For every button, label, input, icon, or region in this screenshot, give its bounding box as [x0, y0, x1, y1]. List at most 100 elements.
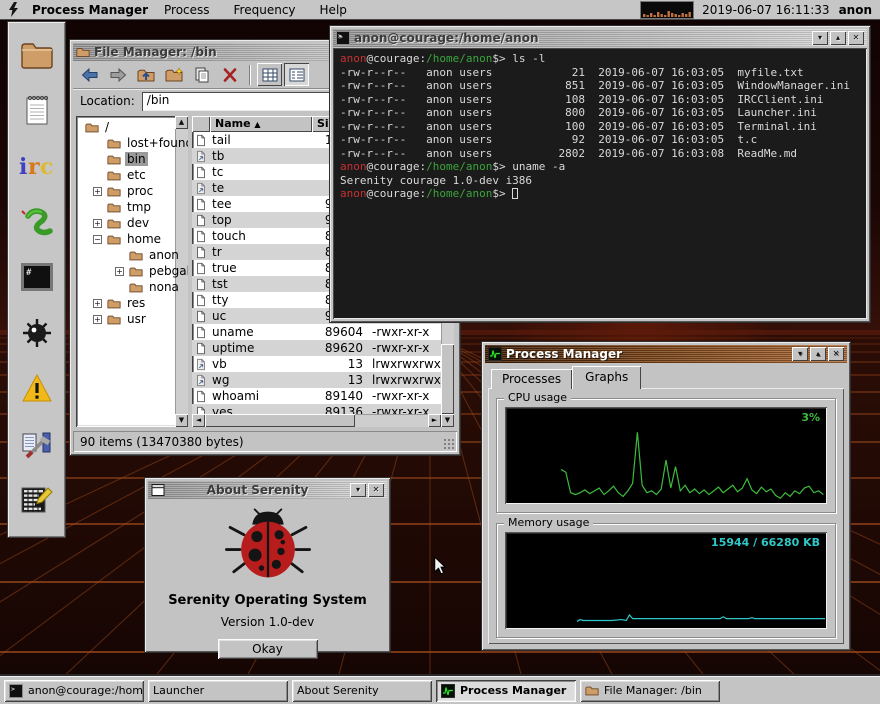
file-row-uptime[interactable]: uptime89620-rwxr-xr-x: [192, 340, 441, 356]
cpu-history-graph-icon[interactable]: [641, 2, 693, 18]
file-row-uname[interactable]: uname89604-rwxr-xr-x: [192, 324, 441, 340]
terminal-titlebar[interactable]: > anon@courage:/home/anon ▾ ▴ ✕: [333, 29, 867, 47]
scroll-right-button[interactable]: ►: [428, 414, 441, 427]
expand-icon[interactable]: +: [93, 299, 102, 308]
minimize-button[interactable]: ▾: [792, 347, 808, 361]
icon-column-header[interactable]: [192, 116, 210, 132]
terminal-content[interactable]: anon@courage:/home/anon$> ls -l-rw-r--r-…: [333, 48, 867, 319]
launcher-terminal[interactable]: #: [18, 261, 56, 297]
taskbar: >anon@courage:/hom...LauncherAbout Seren…: [0, 676, 880, 704]
file-icon: [192, 294, 210, 307]
menu-process[interactable]: Process: [164, 3, 210, 17]
prompt-host: @courage:: [367, 160, 427, 173]
tab-processes[interactable]: Processes: [491, 369, 572, 389]
terminal-output-line: -rw-r--r-- anon users 108 2019-06-07 16:…: [340, 93, 860, 107]
tree-item-etc[interactable]: etc: [79, 167, 174, 183]
tree-item-label: etc: [125, 168, 148, 182]
okay-button[interactable]: Okay: [218, 639, 318, 659]
expand-icon[interactable]: +: [93, 219, 102, 228]
launcher-toolbox[interactable]: [18, 427, 56, 463]
resize-grip[interactable]: [443, 438, 455, 450]
launcher-text-editor[interactable]: [18, 94, 56, 130]
horizontal-scrollbar[interactable]: ◄ ►: [192, 414, 441, 427]
font-editor-icon: [21, 485, 53, 518]
tree-item-pebgak[interactable]: +pebgak: [79, 263, 174, 279]
tree-item-dev[interactable]: +dev: [79, 215, 174, 231]
maximize-button[interactable]: ▴: [830, 31, 846, 45]
file-size: 13: [312, 357, 368, 371]
close-button[interactable]: ✕: [368, 483, 384, 497]
menu-help[interactable]: Help: [320, 3, 347, 17]
prompt-user: anon: [340, 160, 367, 173]
tree-item-nona[interactable]: nona: [79, 279, 174, 295]
scrollbar-thumb[interactable]: [441, 344, 454, 414]
tree-item-anon[interactable]: anon: [79, 247, 174, 263]
scroll-down-button[interactable]: ▼: [441, 414, 454, 427]
process-manager-titlebar[interactable]: Process Manager ▾ ▴ ✕: [485, 345, 847, 363]
close-button[interactable]: ✕: [828, 347, 844, 361]
about-titlebar[interactable]: About Serenity ▾ ✕: [148, 481, 387, 499]
file-icon: [192, 230, 210, 243]
taskbar-button-file-manager-bin[interactable]: File Manager: /bin: [580, 680, 720, 702]
tree-item-label: home: [125, 232, 163, 246]
close-button[interactable]: ✕: [848, 31, 864, 45]
launcher-font-editor[interactable]: [18, 483, 56, 519]
scroll-left-button[interactable]: ◄: [192, 414, 205, 427]
expand-icon[interactable]: +: [93, 187, 102, 196]
file-row-vb[interactable]: vb13lrwxrwxrwx: [192, 356, 441, 372]
launcher-warning[interactable]: [18, 372, 56, 408]
file-row-whoami[interactable]: whoami89140-rwxr-xr-x: [192, 388, 441, 404]
open-parent-button[interactable]: [133, 63, 159, 87]
file-icon: [192, 406, 210, 415]
copy-button[interactable]: [189, 63, 215, 87]
minimize-button[interactable]: ▾: [350, 483, 366, 497]
irc-client-icon: irc: [19, 153, 55, 182]
symlink-icon: [192, 182, 210, 195]
tab-graphs[interactable]: Graphs: [572, 366, 641, 389]
scrollbar-thumb[interactable]: [205, 414, 355, 427]
forward-button[interactable]: [105, 63, 131, 87]
prompt-user: anon: [340, 187, 367, 200]
menu-frequency[interactable]: Frequency: [234, 3, 296, 17]
collapse-icon[interactable]: −: [93, 235, 102, 244]
folder-icon: [107, 153, 122, 166]
tree-item-usr[interactable]: +usr: [79, 311, 174, 327]
file-mode: -rwxr-xr-x: [368, 325, 441, 339]
file-mode: -rwxr-xr-x: [368, 389, 441, 403]
svg-text:>: >: [338, 32, 342, 40]
lightning-icon[interactable]: [8, 2, 22, 18]
scroll-up-button[interactable]: ▲: [175, 116, 188, 129]
file-row-wg[interactable]: wg13lrwxrwxrwx: [192, 372, 441, 388]
back-button[interactable]: [77, 63, 103, 87]
tree-item-res[interactable]: +res: [79, 295, 174, 311]
tree-item-proc[interactable]: +proc: [79, 183, 174, 199]
taskbar-button-about-serenity[interactable]: About Serenity: [292, 680, 432, 702]
taskbar-button-process-manager[interactable]: Process Manager: [436, 680, 576, 702]
file-name: vb: [210, 357, 312, 371]
file-name: touch: [210, 229, 312, 243]
launcher-snake[interactable]: [18, 205, 56, 241]
tree-item-tmp[interactable]: tmp: [79, 199, 174, 215]
table-view-button[interactable]: [257, 63, 282, 86]
launcher-irc-client[interactable]: irc: [18, 149, 56, 185]
taskbar-button-anon-courage-hom-[interactable]: >anon@courage:/hom...: [4, 680, 144, 702]
cpu-usage-graph: 3%: [505, 407, 827, 504]
delete-button[interactable]: [217, 63, 243, 87]
expand-icon[interactable]: +: [115, 267, 124, 276]
tree-item--[interactable]: /: [79, 119, 174, 135]
minimize-button[interactable]: ▾: [812, 31, 828, 45]
file-row-yes[interactable]: yes89136-rwxr-xr-x: [192, 404, 441, 414]
tree-item-lost-found[interactable]: lost+found: [79, 135, 174, 151]
name-column-header[interactable]: Name ▲: [210, 116, 312, 132]
new-directory-button[interactable]: [161, 63, 187, 87]
taskbar-button-launcher[interactable]: Launcher: [148, 680, 288, 702]
scroll-down-button[interactable]: ▼: [175, 414, 188, 427]
list-view-button[interactable]: [284, 63, 309, 86]
expand-icon[interactable]: +: [93, 315, 102, 324]
maximize-button[interactable]: ▴: [810, 347, 826, 361]
launcher-minesweeper[interactable]: [18, 316, 56, 352]
tree-item-home[interactable]: − home: [79, 231, 174, 247]
launcher-file-manager[interactable]: [18, 38, 56, 74]
tree-item-bin[interactable]: bin: [79, 151, 174, 167]
prompt-host: @courage:: [367, 52, 427, 65]
